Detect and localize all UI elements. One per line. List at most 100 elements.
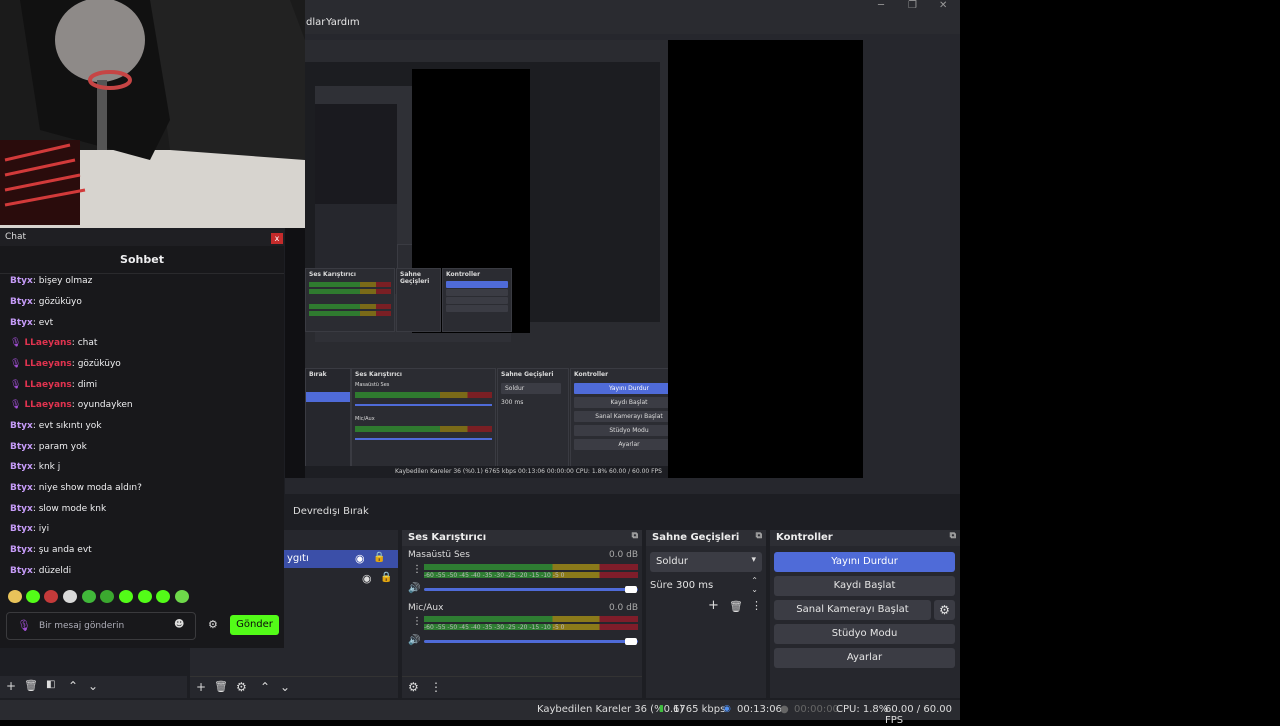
menu-item-help[interactable]: Yardım <box>326 17 360 28</box>
kebab-icon[interactable]: ⋮ <box>412 564 422 575</box>
emote-icon[interactable] <box>63 590 77 603</box>
chat-username[interactable]: Btyx <box>10 421 33 431</box>
chat-text: : evt <box>32 318 54 328</box>
undock-icon[interactable]: ⧉ <box>756 531 762 541</box>
emote-icon[interactable] <box>175 590 189 603</box>
add-icon[interactable]: + <box>708 598 719 613</box>
trash-icon[interactable]: 🗑 <box>729 600 743 613</box>
emote-icon[interactable] <box>44 590 58 603</box>
chat-username[interactable]: Btyx <box>10 483 33 493</box>
start-virtual-camera-button[interactable]: Sanal Kamerayı Başlat <box>774 600 931 620</box>
chat-username[interactable]: Btyx <box>10 462 33 472</box>
transition-select[interactable]: Soldur ▾ <box>650 552 762 572</box>
undock-icon[interactable]: ⧉ <box>950 531 956 541</box>
send-button[interactable]: Gönder <box>230 615 279 635</box>
nested-status: Kaybedilen Kareler 36 (%0.1) 6765 kbps 0… <box>305 466 668 478</box>
emote-icon[interactable] <box>82 590 96 603</box>
lock-icon[interactable]: 🔒 <box>373 552 385 563</box>
chat-username[interactable]: Btyx <box>10 297 33 307</box>
duration-label: Süre <box>650 580 673 591</box>
chat-username[interactable]: LLaeyans <box>24 359 71 369</box>
emote-icon[interactable] <box>156 590 170 603</box>
chat-text: : bişey olmaz <box>32 276 93 286</box>
chat-message: 🎙 LLaeyans: dimi <box>10 380 97 390</box>
chat-username[interactable]: LLaeyans <box>24 338 71 348</box>
chat-username[interactable]: LLaeyans <box>24 380 71 390</box>
spin-up-icon[interactable]: ⌃ <box>751 576 758 585</box>
emoji-icon[interactable]: ☻ <box>174 619 184 630</box>
chat-message-input[interactable]: 🎙 Bir mesaj gönderin ☻ <box>6 612 196 640</box>
add-icon[interactable]: + <box>196 680 206 694</box>
move-down-icon[interactable]: ⌄ <box>280 680 290 694</box>
source-item-selected[interactable]: ygıtı ◉ 🔒 <box>283 550 398 568</box>
stop-stream-button[interactable]: Yayını Durdur <box>774 552 955 572</box>
close-button[interactable]: ✕ <box>939 0 947 11</box>
duration-input[interactable]: 300 ms ⌃ ⌄ <box>674 576 762 596</box>
chat-username[interactable]: Btyx <box>10 524 33 534</box>
gear-icon[interactable]: ⚙ <box>208 618 218 631</box>
speaker-icon[interactable]: 🔊 <box>408 635 420 646</box>
controls-dock: Kontroller ⧉ Yayını Durdur Kaydı Başlat S… <box>770 530 960 698</box>
chat-message: Btyx: düzeldi <box>10 566 71 576</box>
kebab-icon[interactable]: ⋮ <box>412 616 422 627</box>
chat-close-button[interactable]: x <box>271 233 283 244</box>
undock-icon[interactable]: ⧉ <box>632 531 638 541</box>
emote-icon[interactable] <box>119 590 133 603</box>
mixer-dock: Ses Karıştırıcı ⧉ Masaüstü Ses 0.0 dB ⋮ -… <box>402 530 642 698</box>
add-icon[interactable]: + <box>6 679 16 693</box>
slider-knob[interactable] <box>625 638 637 645</box>
status-bar: Kaybedilen Kareler 36 (%0.1) ▮ 6765 kbps… <box>0 700 960 726</box>
chat-message: Btyx: iyi <box>10 524 49 534</box>
emote-icon[interactable] <box>100 590 114 603</box>
chat-username[interactable]: Btyx <box>10 318 33 328</box>
move-down-icon[interactable]: ⌄ <box>88 679 98 693</box>
preview-canvas[interactable]: Ses Karıştırıcı Sahne Geçişleri Kontroll… <box>285 40 863 478</box>
chat-username[interactable]: Btyx <box>10 545 33 555</box>
eye-icon[interactable]: ◉ <box>362 572 372 585</box>
move-up-icon[interactable]: ⌃ <box>260 680 270 694</box>
chat-username[interactable]: Btyx <box>10 504 33 514</box>
gear-icon[interactable]: ⚙ <box>236 680 247 694</box>
chat-header: Sohbet <box>0 246 284 274</box>
kebab-icon[interactable]: ⋮ <box>751 599 762 612</box>
gear-icon[interactable]: ⚙ <box>408 680 419 694</box>
chat-message: 🎙 LLaeyans: chat <box>10 338 97 348</box>
gear-icon[interactable]: ⚙ <box>934 600 955 620</box>
chat-text: : param yok <box>32 442 87 452</box>
trash-icon[interactable]: 🗑 <box>24 679 38 692</box>
mic-badge-icon: 🎙 <box>10 380 22 390</box>
settings-button[interactable]: Ayarlar <box>774 648 955 668</box>
chat-username[interactable]: LLaeyans <box>24 400 71 410</box>
slider-knob[interactable] <box>625 586 637 593</box>
move-up-icon[interactable]: ⌃ <box>68 679 78 693</box>
studio-mode-button[interactable]: Stüdyo Modu <box>774 624 955 644</box>
spin-down-icon[interactable]: ⌄ <box>751 585 758 594</box>
speaker-icon[interactable]: 🔊 <box>408 583 420 594</box>
maximize-button[interactable]: ❐ <box>908 0 917 11</box>
eye-icon[interactable]: ◉ <box>355 552 365 565</box>
minimize-button[interactable]: ─ <box>878 0 884 11</box>
filter-icon[interactable]: ◧ <box>46 679 55 690</box>
mic-icon: 🎙 <box>17 619 31 632</box>
chat-username[interactable]: Btyx <box>10 566 33 576</box>
emote-icon[interactable] <box>138 590 152 603</box>
start-recording-button[interactable]: Kaydı Başlat <box>774 576 955 596</box>
volume-slider[interactable] <box>424 640 638 643</box>
kebab-icon[interactable]: ⋮ <box>430 680 442 694</box>
mic-badge-icon: 🎙 <box>10 359 22 369</box>
nested-controls: Kontroller <box>442 268 512 332</box>
nested-mixer: Ses Karıştırıcı <box>305 268 395 332</box>
chat-username[interactable]: Btyx <box>10 442 33 452</box>
nested-mixer-2: Ses Karıştırıcı Masaüstü Ses Mic/Aux <box>351 368 496 468</box>
nested-transitions-2: Sahne Geçişleri Soldur 300 ms <box>497 368 569 468</box>
volume-slider[interactable] <box>424 588 638 591</box>
fps: 60.00 / 60.00 FPS <box>885 704 952 726</box>
emote-icon[interactable] <box>8 590 22 603</box>
trash-icon[interactable]: 🗑 <box>214 680 228 693</box>
menu-item-tools[interactable]: dlar <box>306 17 325 28</box>
chat-username[interactable]: Btyx <box>10 276 33 286</box>
lock-icon[interactable]: 🔒 <box>380 572 392 583</box>
emote-icon[interactable] <box>26 590 40 603</box>
nested-transitions: Sahne Geçişleri <box>396 268 441 332</box>
devredisi-birak-button[interactable]: Devredışı Bırak <box>289 502 373 522</box>
